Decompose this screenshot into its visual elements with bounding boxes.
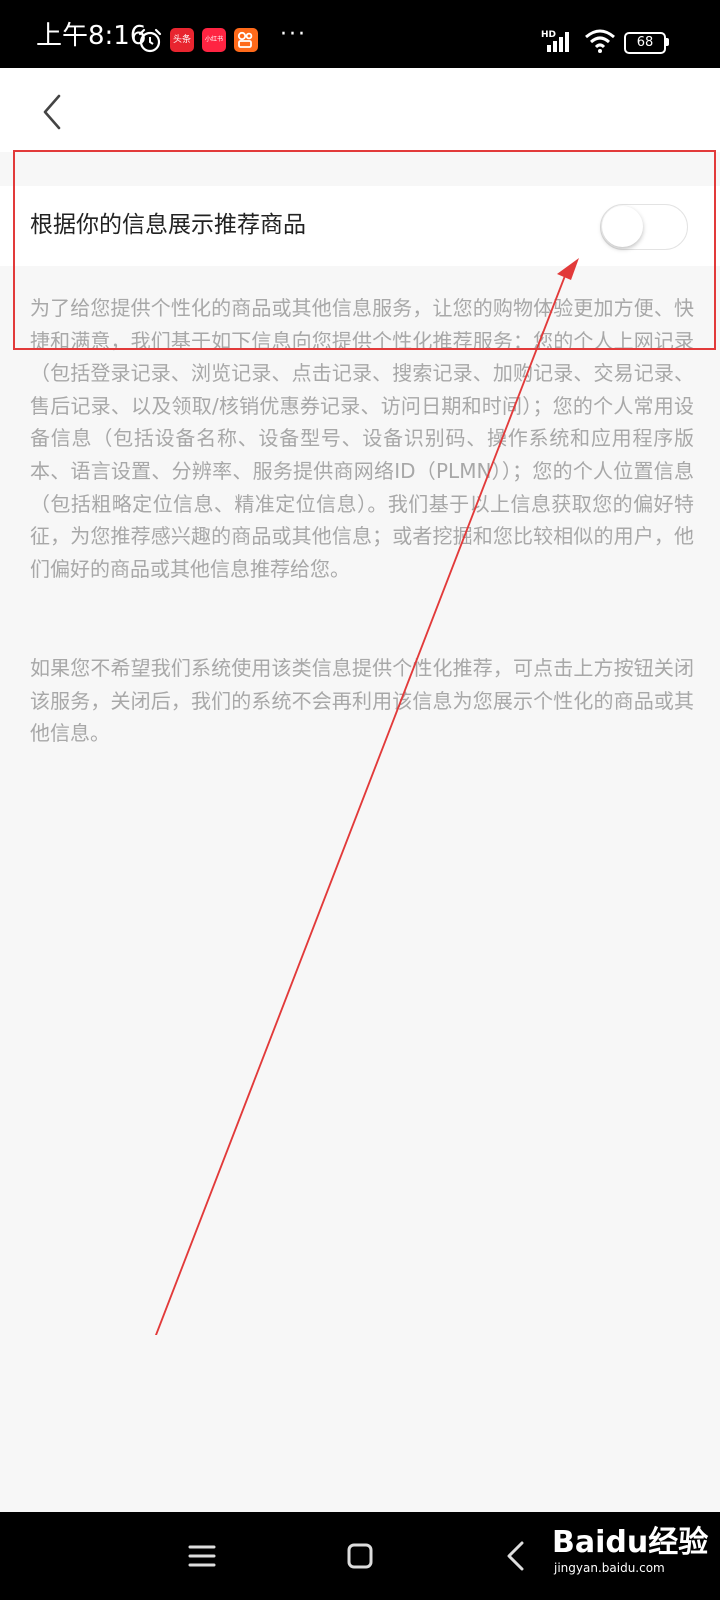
navigation-bar: Baidu经验 jingyan.baidu.com — [0, 1512, 720, 1600]
square-icon — [347, 1543, 373, 1569]
annotation-highlight-box — [13, 150, 716, 350]
home-button[interactable] — [336, 1532, 384, 1580]
nav-back-button[interactable] — [492, 1532, 540, 1580]
back-button[interactable] — [34, 90, 74, 130]
watermark-brand: Baidu经验 — [552, 1525, 709, 1560]
menu-icon — [188, 1545, 216, 1567]
battery-indicator: 68 — [624, 32, 666, 54]
wifi-icon — [585, 29, 615, 53]
toutiao-label: 头条 — [172, 35, 191, 45]
chevron-left-icon — [43, 94, 61, 130]
alarm-icon — [138, 28, 162, 53]
xiaohongshu-app-icon: 小红书 — [202, 28, 226, 52]
battery-tip — [666, 38, 669, 46]
xiaohongshu-label: 小红书 — [204, 36, 223, 43]
description-paragraph-2: 如果您不希望我们系统使用该类信息提供个性化推荐，可点击上方按钮关闭该服务，关闭后… — [30, 656, 694, 746]
status-bar: 上午8:16 头条 小红书 ··· HD 68 — [0, 0, 720, 68]
toutiao-app-icon: 头条 — [170, 28, 194, 52]
kuaishou-glyph-icon — [237, 31, 253, 48]
status-time: 上午8:16 — [36, 21, 147, 51]
chevron-left-icon — [507, 1541, 524, 1571]
menu-button[interactable] — [178, 1532, 226, 1580]
signal-icon: HD — [541, 30, 569, 52]
more-notifications-icon: ··· — [280, 22, 307, 47]
watermark-url: jingyan.baidu.com — [554, 1561, 665, 1575]
network-label: HD — [541, 30, 556, 40]
page-header — [0, 68, 720, 152]
baidu-jingyan-watermark: Baidu经验 jingyan.baidu.com — [552, 1526, 708, 1576]
kuaishou-app-icon — [234, 28, 258, 52]
